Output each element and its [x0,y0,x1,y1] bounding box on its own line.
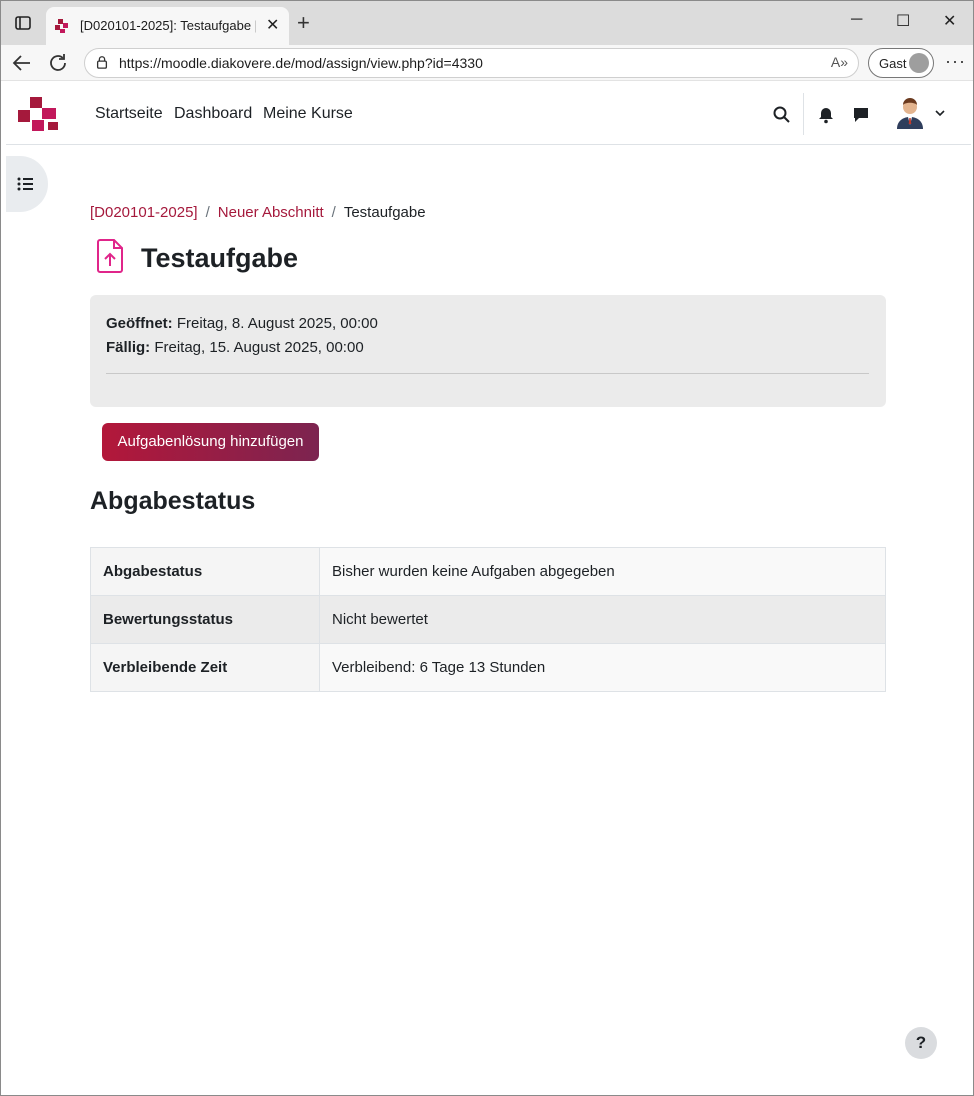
minimize-icon[interactable]: ─ [851,11,862,29]
moodle-page: Startseite Dashboard Meine Kurse [D02010… [6,83,971,1091]
table-row: Bewertungsstatus Nicht bewertet [90,595,886,644]
status-value: Verbleibend: 6 Tage 13 Stunden [319,643,886,692]
reload-icon[interactable] [47,52,69,74]
address-bar-row: https://moodle.diakovere.de/mod/assign/v… [1,45,973,81]
tab-title: [D020101-2025]: Testaufgabe | Moodle [80,18,256,33]
divider [106,373,869,374]
help-button[interactable]: ? [905,1027,937,1059]
url-text: https://moodle.diakovere.de/mod/assign/v… [119,55,483,71]
profile-label: Gast [879,56,907,71]
breadcrumb-separator: / [331,204,336,221]
assignment-upload-icon [97,239,123,273]
status-key: Verbleibende Zeit [90,643,320,692]
close-window-icon[interactable]: ✕ [943,11,956,31]
chevron-down-icon[interactable] [934,107,946,119]
title-bar: [D020101-2025]: Testaufgabe | Moodle ✕ +… [1,1,973,45]
navbar-divider [803,93,804,135]
course-index-toggle[interactable] [6,156,48,212]
maximize-icon[interactable]: ☐ [896,11,910,31]
profile-button[interactable]: Gast [868,48,934,78]
top-navbar: Startseite Dashboard Meine Kurse [6,83,971,145]
breadcrumb: [D020101-2025] / Neuer Abschnitt / Testaufga… [90,204,426,221]
more-options-icon[interactable]: ··· [945,51,966,72]
status-key: Bewertungsstatus [90,595,320,644]
status-value: Bisher wurden keine Aufgaben abgegeben [319,547,886,596]
status-key: Abgabestatus [90,547,320,596]
due-label: Fällig: [106,339,151,356]
activity-dates: Geöffnet: Freitag, 8. August 2025, 00:00… [90,295,886,407]
nav-startseite[interactable]: Startseite [95,105,163,123]
due-value: Freitag, 15. August 2025, 00:00 [154,339,364,356]
messages-icon[interactable] [851,105,871,125]
back-icon[interactable] [11,53,33,73]
new-tab-button[interactable]: + [297,10,310,36]
submission-status-heading: Abgabestatus [90,487,256,515]
breadcrumb-separator: / [205,204,210,221]
breadcrumb-course[interactable]: [D020101-2025] [90,204,198,221]
moodle-favicon-icon [55,19,68,33]
add-submission-button[interactable]: Aufgabenlösung hinzufügen [102,423,319,461]
page-title: Testaufgabe [141,243,299,273]
table-row: Verbleibende Zeit Verbleibend: 6 Tage 13… [90,643,886,692]
nav-dashboard[interactable]: Dashboard [174,105,252,123]
table-row: Abgabestatus Bisher wurden keine Aufgabe… [90,547,886,596]
tab-actions-icon[interactable] [13,13,33,33]
search-icon[interactable] [772,105,792,125]
opened-value: Freitag, 8. August 2025, 00:00 [176,315,378,332]
browser-window: [D020101-2025]: Testaufgabe | Moodle ✕ +… [0,0,974,1096]
opened-date-row: Geöffnet: Freitag, 8. August 2025, 00:00 [106,315,378,332]
browser-tab[interactable]: [D020101-2025]: Testaufgabe | Moodle ✕ [46,7,289,45]
due-date-row: Fällig: Freitag, 15. August 2025, 00:00 [106,339,364,356]
status-value: Nicht bewertet [319,595,886,644]
user-avatar[interactable] [895,97,925,129]
nav-meine-kurse[interactable]: Meine Kurse [263,105,353,123]
submission-status-table: Abgabestatus Bisher wurden keine Aufgabe… [90,547,886,692]
lock-icon[interactable] [95,55,109,69]
read-aloud-icon[interactable]: A» [831,54,848,70]
url-field[interactable]: https://moodle.diakovere.de/mod/assign/v… [84,48,859,78]
tab-close-icon[interactable]: ✕ [266,15,279,35]
opened-label: Geöffnet: [106,315,173,332]
guest-avatar-icon [909,53,929,73]
notification-bell-icon[interactable] [816,105,836,125]
list-icon [17,177,33,191]
site-logo[interactable] [18,97,60,131]
breadcrumb-section[interactable]: Neuer Abschnitt [218,204,324,221]
breadcrumb-current: Testaufgabe [343,204,426,221]
